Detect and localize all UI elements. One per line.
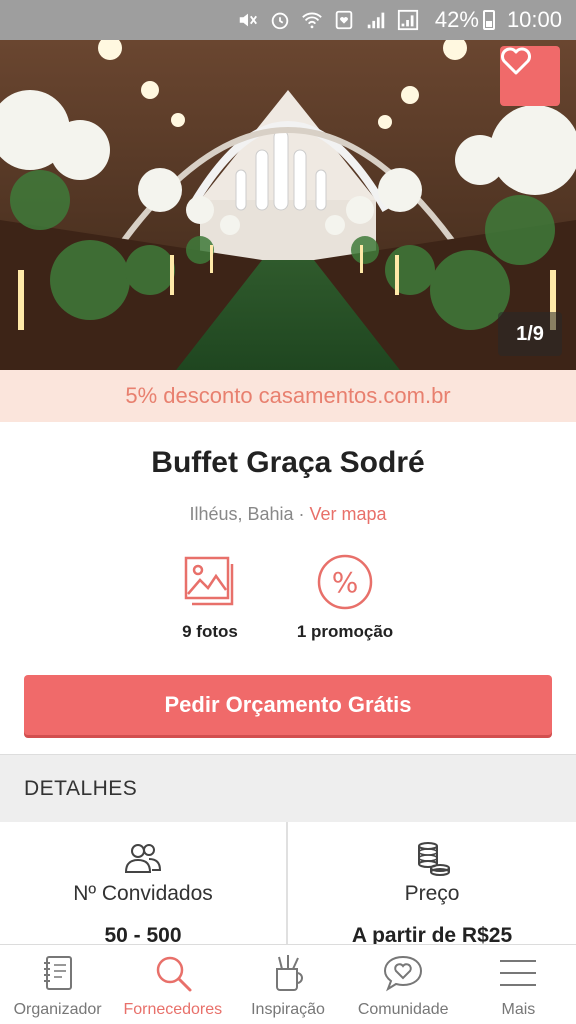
favorite-button[interactable] bbox=[500, 46, 560, 106]
svg-text:%: % bbox=[332, 566, 359, 599]
wifi-icon bbox=[302, 12, 322, 29]
nav-comunidade[interactable]: Comunidade bbox=[346, 945, 461, 1024]
bottom-navigation: Organizador Fornecedores Inspiração Comu… bbox=[0, 944, 576, 1024]
discount-banner[interactable]: 5% desconto casamentos.com.br bbox=[0, 370, 576, 422]
nav-fornecedores[interactable]: Fornecedores bbox=[115, 945, 230, 1024]
nav-label: Inspiração bbox=[251, 1001, 325, 1018]
promotion-count: 1 promoção bbox=[296, 622, 394, 641]
nav-label: Fornecedores bbox=[123, 1001, 223, 1018]
nav-label: Mais bbox=[501, 1001, 536, 1018]
vendor-photo-gallery[interactable]: 1/9 bbox=[0, 40, 576, 370]
status-icons bbox=[237, 9, 419, 31]
guests-icon bbox=[124, 844, 162, 873]
price-detail: Preço A partir de R$25 bbox=[288, 822, 576, 947]
guests-detail: Nº Convidados 50 - 500 bbox=[0, 822, 288, 947]
mute-icon bbox=[239, 13, 257, 27]
coins-icon bbox=[418, 842, 450, 876]
vendor-location: Ilhéus, Bahia · Ver mapa bbox=[0, 504, 576, 525]
status-bar: 42% 10:00 bbox=[0, 0, 576, 40]
nav-mais[interactable]: Mais bbox=[461, 945, 576, 1024]
vendor-name: Buffet Graça Sodré bbox=[151, 446, 425, 479]
pencil-cup-icon bbox=[276, 955, 303, 991]
view-map-link[interactable]: Ver mapa bbox=[310, 504, 387, 524]
notebook-icon bbox=[43, 956, 72, 990]
clock: 10:00 bbox=[506, 7, 562, 32]
photos-icon bbox=[184, 556, 234, 606]
church-aisle-photo bbox=[0, 40, 576, 370]
guests-label: Nº Convidados bbox=[73, 882, 213, 905]
search-icon bbox=[156, 956, 192, 992]
nav-organizador[interactable]: Organizador bbox=[0, 945, 115, 1024]
menu-icon bbox=[500, 960, 537, 986]
app-notification-icon bbox=[335, 10, 353, 30]
photo-counter: 1/9 bbox=[498, 312, 562, 356]
battery-icon bbox=[482, 10, 495, 30]
request-quote-button[interactable]: Pedir Orçamento Grátis bbox=[24, 675, 552, 735]
signal-icon bbox=[367, 12, 385, 29]
nav-label: Organizador bbox=[13, 1001, 102, 1018]
battery-percent: 42% bbox=[434, 7, 479, 32]
location-separator: · bbox=[293, 504, 310, 524]
location-text: Ilhéus, Bahia bbox=[189, 504, 294, 524]
nav-label: Comunidade bbox=[357, 1001, 449, 1018]
nav-inspiracao[interactable]: Inspiração bbox=[230, 945, 345, 1024]
details-grid: Nº Convidados 50 - 500 Preço A partir de… bbox=[0, 822, 576, 947]
percent-icon: % bbox=[317, 554, 373, 610]
alarm-icon bbox=[271, 12, 289, 30]
price-label: Preço bbox=[404, 882, 460, 905]
heart-icon bbox=[501, 47, 531, 75]
details-section-title: DETALHES bbox=[0, 754, 576, 822]
chat-heart-icon bbox=[384, 955, 423, 992]
vendor-stats: 9 fotos % 1 promoção bbox=[0, 552, 576, 652]
promotion-stat[interactable]: % 1 promoção bbox=[265, 552, 425, 642]
signal-icon-2 bbox=[397, 9, 418, 31]
